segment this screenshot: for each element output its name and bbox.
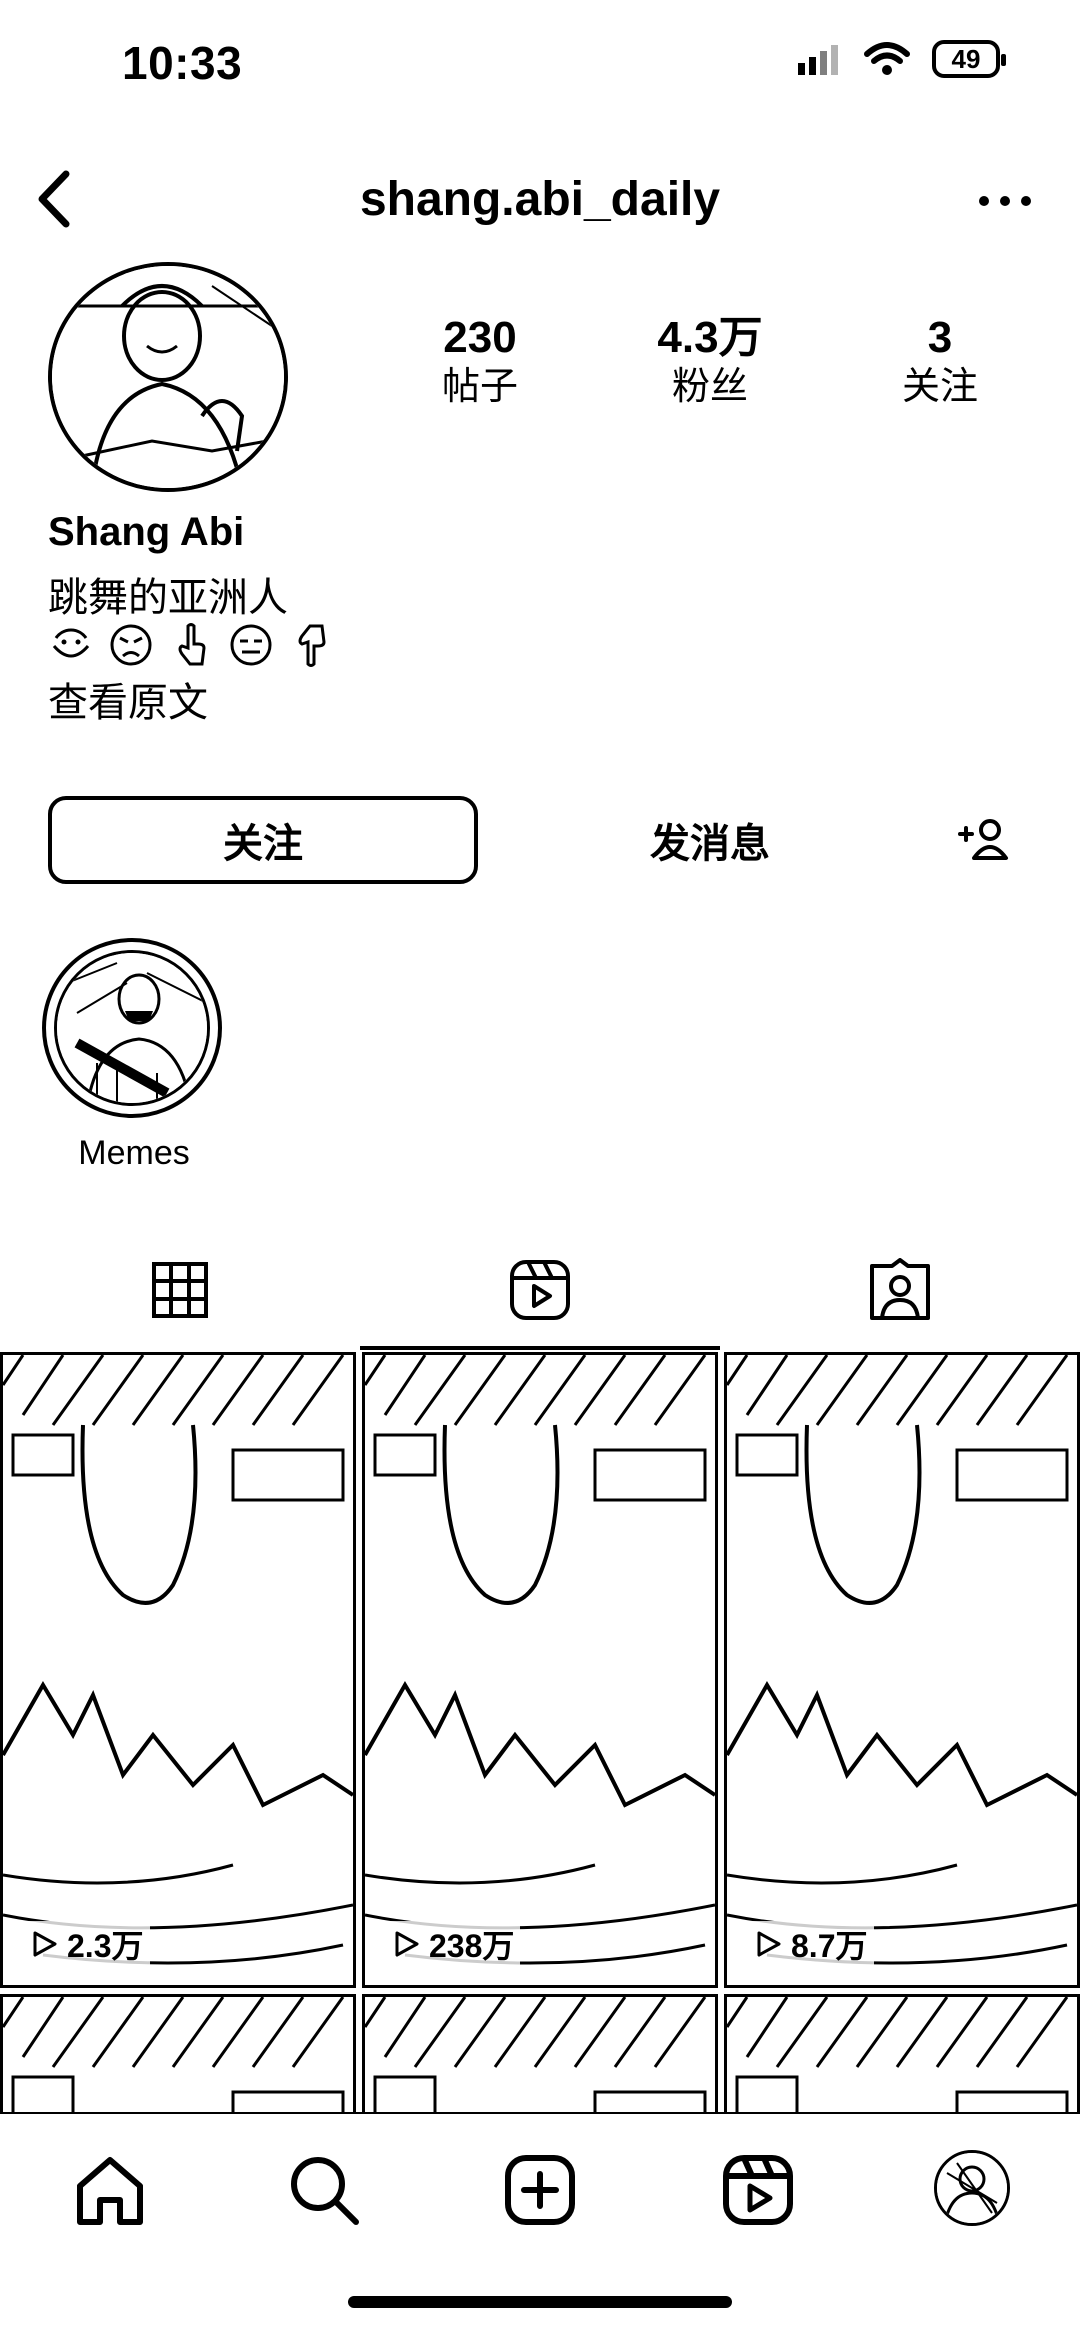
create-icon[interactable] (500, 2150, 580, 2230)
stat-posts[interactable]: 230 帖子 (380, 312, 580, 410)
home-indicator (348, 2296, 732, 2308)
follow-button[interactable]: 关注 (48, 796, 478, 884)
tagged-icon (870, 1258, 930, 1320)
reel-image (3, 1997, 353, 2112)
highlight-label: Memes (78, 1134, 190, 1172)
profile-header: shang.abi_daily (0, 150, 1080, 250)
bottom-nav (0, 2112, 1080, 2264)
profile-avatar[interactable] (48, 262, 288, 492)
grid-icon (152, 1262, 208, 1318)
reel-image (365, 1997, 715, 2112)
tab-tagged[interactable] (720, 1230, 1080, 1350)
stat-followers-label: 粉丝 (671, 366, 748, 408)
display-name: Shang Abi (48, 510, 245, 554)
reel-view-count: 238万 (429, 1928, 515, 1964)
stat-following-label: 关注 (901, 366, 978, 408)
smile-icon (52, 628, 90, 658)
reel-views: 8.7万 (747, 1921, 874, 1967)
highlight-ring (42, 938, 222, 1118)
reels-icon[interactable] (718, 2150, 798, 2230)
pointing-up-icon (178, 623, 206, 666)
angry-face-icon (110, 624, 152, 666)
add-user-icon[interactable] (950, 806, 1020, 876)
profile-avatar[interactable] (934, 2150, 1010, 2226)
reel-image (727, 1997, 1077, 2112)
message-button[interactable]: 发消息 (560, 796, 860, 884)
pointing-down-icon (298, 624, 326, 667)
more-options-icon[interactable] (970, 166, 1040, 236)
wifi-icon (864, 42, 910, 75)
reel-thumbnail[interactable]: 2.3万 (0, 1352, 356, 1988)
reel-image (365, 1355, 715, 1985)
home-icon[interactable] (70, 2150, 150, 2230)
reel-image (3, 1355, 353, 1985)
tab-posts-grid[interactable] (0, 1230, 360, 1350)
play-icon (395, 1931, 419, 1957)
profile-page: 10:33 49 shang.abi_daily 230 帖子 4.3万 粉丝 … (0, 0, 1080, 2338)
avatar-image (937, 2153, 1007, 2223)
reel-view-count: 2.3万 (67, 1928, 144, 1964)
stat-posts-count: 230 (443, 313, 517, 362)
battery-icon: 49 (932, 40, 1006, 78)
stat-posts-label: 帖子 (441, 366, 518, 408)
stat-followers[interactable]: 4.3万 粉丝 (610, 312, 810, 410)
expressionless-icon (230, 624, 272, 666)
bio-text: 跳舞的亚洲人 (48, 576, 288, 620)
profile-tabs (0, 1230, 1080, 1350)
reel-views: 238万 (385, 1921, 521, 1967)
play-icon (757, 1931, 781, 1957)
reel-thumbnail[interactable] (362, 1994, 718, 2112)
reel-thumbnail[interactable]: 238万 (362, 1352, 718, 1988)
bio-emoji-row (48, 622, 334, 668)
reel-views: 2.3万 (23, 1921, 150, 1967)
status-icons: 49 (798, 40, 1006, 78)
see-translation-link[interactable]: 查看原文 (48, 670, 208, 728)
reels-grid: 2.3万 238万 8.7万 (0, 1352, 1080, 2112)
status-bar: 10:33 49 (0, 0, 1080, 120)
reel-thumbnail[interactable] (724, 1994, 1080, 2112)
status-time: 10:33 (122, 37, 243, 89)
highlight-image (54, 950, 210, 1106)
profile-username: shang.abi_daily (359, 173, 721, 226)
stat-followers-count: 4.3万 (657, 313, 763, 362)
play-icon (33, 1931, 57, 1957)
reel-thumbnail[interactable] (0, 1994, 356, 2112)
reel-view-count: 8.7万 (791, 1928, 868, 1964)
stat-following[interactable]: 3 关注 (840, 312, 1040, 410)
battery-level: 49 (951, 43, 981, 74)
signal-icon (798, 45, 838, 75)
reel-image (727, 1355, 1077, 1985)
stat-following-count: 3 (927, 313, 953, 362)
story-highlight[interactable]: Memes (42, 938, 226, 1173)
reel-thumbnail[interactable]: 8.7万 (724, 1352, 1080, 1988)
avatar-image (52, 266, 284, 488)
reels-icon (510, 1260, 570, 1320)
tab-reels[interactable] (360, 1230, 720, 1350)
search-icon[interactable] (284, 2150, 364, 2230)
